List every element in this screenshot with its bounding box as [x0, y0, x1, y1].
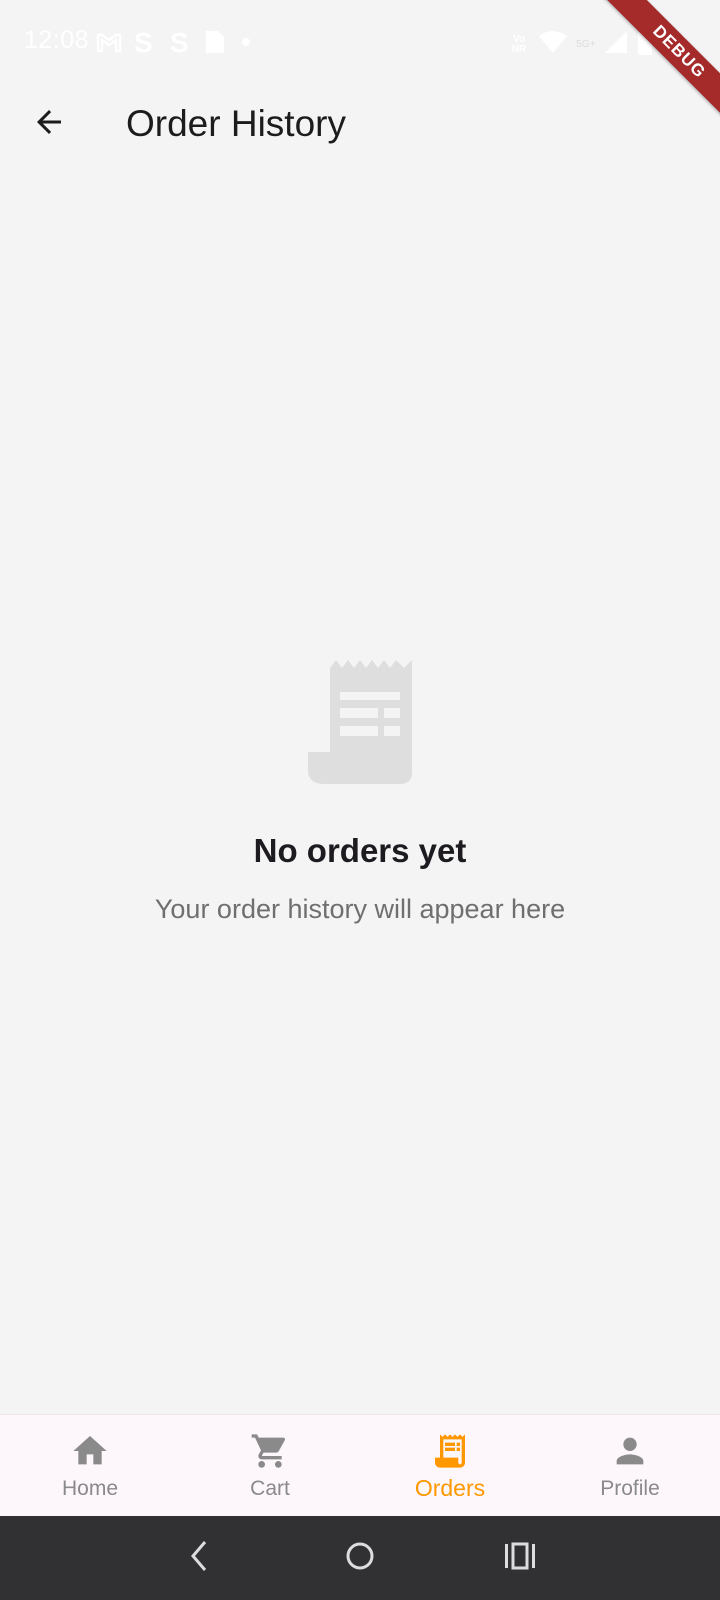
network-label: 5G+: [576, 39, 596, 50]
system-navigation-bar: [0, 1516, 720, 1600]
volte-label-bottom: NR: [511, 43, 527, 55]
back-nav-icon: [185, 1539, 215, 1578]
status-bar: 12:08 S S Vo NR 5G+: [0, 0, 720, 86]
empty-state-subtitle: Your order history will appear here: [154, 894, 566, 924]
nav-item-orders[interactable]: Orders: [360, 1415, 540, 1517]
gmail-icon: [96, 31, 122, 53]
file-icon: [204, 29, 226, 55]
nav-label-home: Home: [61, 1477, 119, 1500]
cart-icon: [250, 1431, 290, 1471]
screen: 12:08 S S Vo NR 5G+ DEBUG Order History …: [0, 0, 720, 1600]
receipt-icon: [0, 660, 720, 790]
s-app-icon: S: [168, 28, 194, 56]
nav-item-profile[interactable]: Profile: [540, 1415, 720, 1517]
wifi-icon: [538, 29, 568, 60]
nav-label-cart: Cart: [250, 1477, 290, 1500]
svg-text:S: S: [134, 28, 153, 56]
bottom-navigation: Home Cart Orders Profile: [0, 1414, 720, 1517]
svg-text:S: S: [170, 28, 189, 56]
signal-icon: [603, 29, 629, 60]
volte-icon: Vo NR: [508, 33, 530, 55]
empty-state: No orders yet Your order history will ap…: [0, 660, 720, 925]
arrow-back-icon: [31, 104, 67, 145]
notification-icons: S S: [96, 28, 252, 56]
nav-item-home[interactable]: Home: [0, 1415, 180, 1517]
nav-item-cart[interactable]: Cart: [180, 1415, 360, 1517]
back-button[interactable]: [22, 102, 76, 146]
app-bar: Order History: [0, 86, 720, 162]
home-icon: [70, 1431, 110, 1471]
empty-state-title: No orders yet: [253, 832, 467, 869]
system-recents-button[interactable]: [490, 1528, 550, 1588]
person-icon: [610, 1431, 650, 1471]
volte-label-top: Vo: [513, 33, 526, 45]
recents-nav-icon: [503, 1541, 537, 1576]
home-nav-icon: [344, 1540, 376, 1577]
dot-icon: [236, 34, 252, 50]
receipt-icon: [430, 1431, 470, 1471]
page-title: Order History: [126, 103, 346, 144]
system-home-button[interactable]: [330, 1528, 390, 1588]
s-app-icon: S: [132, 28, 158, 56]
nav-label-profile: Profile: [600, 1477, 660, 1500]
nav-label-orders: Orders: [414, 1475, 486, 1501]
system-back-button[interactable]: [170, 1528, 230, 1588]
status-time: 12:08: [24, 26, 90, 54]
